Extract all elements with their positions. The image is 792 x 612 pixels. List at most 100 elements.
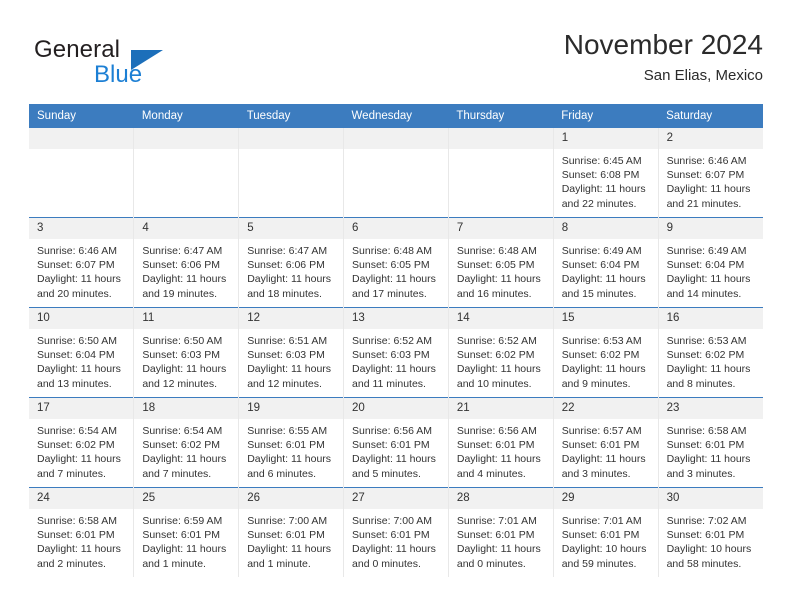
daylight-text-line1: Daylight: 10 hours <box>666 543 752 556</box>
calendar-day-cell[interactable]: 29 Sunrise: 7:01 AM Sunset: 6:01 PM Dayligh… <box>553 487 659 577</box>
daylight-text-line1: Daylight: 11 hours <box>456 453 541 466</box>
daylight-text-line2: and 10 minutes. <box>456 377 532 390</box>
sunset-text: Sunset: 6:07 PM <box>37 259 115 272</box>
day-number: 20 <box>344 398 448 419</box>
calendar-day-cell[interactable]: 12 Sunrise: 6:51 AM Sunset: 6:03 PM Dayligh… <box>238 307 345 398</box>
calendar-grid: Sunday Monday Tuesday Wednesday Thursday… <box>29 104 763 577</box>
page-title: November 2024 <box>563 29 763 60</box>
sunset-text: Sunset: 6:03 PM <box>247 349 325 362</box>
day-details <box>239 149 343 154</box>
daylight-text-line2: and 7 minutes. <box>37 467 106 480</box>
calendar-day-cell[interactable]: 19 Sunrise: 6:55 AM Sunset: 6:01 PM Dayligh… <box>238 397 345 488</box>
day-details: Sunrise: 6:49 AM Sunset: 6:04 PM Daylight:… <box>554 239 658 301</box>
calendar-day-cell[interactable]: 3 Sunrise: 6:46 AM Sunset: 6:07 PM Daylight… <box>29 217 135 308</box>
day-number: 19 <box>239 398 344 419</box>
calendar-week-row: 1 Sunrise: 6:45 AM Sunset: 6:08 PM Daylight… <box>29 128 763 218</box>
calendar-week-row: 3 Sunrise: 6:46 AM Sunset: 6:07 PM Daylight… <box>29 217 763 308</box>
logo-text-general: General <box>34 36 121 63</box>
general-blue-logo[interactable]: General Blue <box>34 36 224 92</box>
daylight-text-line2: and 14 minutes. <box>666 287 742 300</box>
day-number: 25 <box>134 488 239 509</box>
calendar-day-cell[interactable]: 10 Sunrise: 6:50 AM Sunset: 6:04 PM Dayligh… <box>29 307 135 398</box>
calendar-day-cell[interactable]: 28 Sunrise: 7:01 AM Sunset: 6:01 PM Dayligh… <box>448 487 554 577</box>
sunrise-text: Sunrise: 6:53 AM <box>561 335 642 347</box>
day-details: Sunrise: 6:56 AM Sunset: 6:01 PM Daylight:… <box>449 419 553 481</box>
calendar-day-cell[interactable]: 6 Sunrise: 6:48 AM Sunset: 6:05 PM Daylight… <box>343 217 449 308</box>
day-details: Sunrise: 6:56 AM Sunset: 6:01 PM Daylight:… <box>344 419 448 481</box>
sunrise-text: Sunrise: 6:51 AM <box>247 335 328 347</box>
calendar-day-cell[interactable]: 11 Sunrise: 6:50 AM Sunset: 6:03 PM Dayligh… <box>133 307 240 398</box>
calendar-day-cell[interactable]: 8 Sunrise: 6:49 AM Sunset: 6:04 PM Daylight… <box>553 217 659 308</box>
day-details: Sunrise: 6:50 AM Sunset: 6:03 PM Daylight:… <box>134 329 238 391</box>
calendar-day-cell[interactable]: 23 Sunrise: 6:58 AM Sunset: 6:01 PM Dayligh… <box>658 397 763 488</box>
daylight-text-line2: and 8 minutes. <box>666 377 736 390</box>
daylight-text-line2: and 16 minutes. <box>456 287 532 300</box>
calendar-day-cell[interactable]: 14 Sunrise: 6:52 AM Sunset: 6:02 PM Dayligh… <box>448 307 554 398</box>
daylight-text-line2: and 20 minutes. <box>37 287 112 300</box>
daylight-text-line2: and 12 minutes. <box>142 377 218 390</box>
calendar-day-cell[interactable]: 18 Sunrise: 6:54 AM Sunset: 6:02 PM Dayligh… <box>133 397 240 488</box>
sunrise-text: Sunrise: 6:48 AM <box>352 245 432 257</box>
calendar-day-cell-empty <box>29 128 135 218</box>
calendar-day-cell[interactable]: 30 Sunrise: 7:02 AM Sunset: 6:01 PM Dayligh… <box>658 487 763 577</box>
daylight-text-line1: Daylight: 11 hours <box>247 453 332 466</box>
daylight-text-line1: Daylight: 11 hours <box>142 543 227 556</box>
weekday-header-thursday: Thursday <box>448 104 554 128</box>
calendar-day-cell[interactable]: 25 Sunrise: 6:59 AM Sunset: 6:01 PM Dayligh… <box>133 487 240 577</box>
calendar-day-cell[interactable]: 16 Sunrise: 6:53 AM Sunset: 6:02 PM Dayligh… <box>658 307 763 398</box>
sunrise-text: Sunrise: 6:45 AM <box>561 155 642 167</box>
daylight-text-line1: Daylight: 11 hours <box>561 183 646 196</box>
title-block: November 2024 San Elias, Mexico <box>564 28 763 86</box>
daylight-text-line2: and 5 minutes. <box>352 467 421 480</box>
daylight-text-line1: Daylight: 11 hours <box>352 363 436 376</box>
day-details: Sunrise: 6:55 AM Sunset: 6:01 PM Daylight:… <box>239 419 343 481</box>
calendar-day-cell[interactable]: 2 Sunrise: 6:46 AM Sunset: 6:07 PM Daylight… <box>658 128 763 218</box>
day-number: 30 <box>658 488 763 509</box>
day-number: 29 <box>553 488 658 509</box>
day-number: 11 <box>134 308 239 329</box>
calendar-page: General Blue November 2024 San Elias, Me… <box>0 0 792 612</box>
day-number: 22 <box>553 398 658 419</box>
day-details <box>449 149 553 154</box>
calendar-day-cell[interactable]: 17 Sunrise: 6:54 AM Sunset: 6:02 PM Dayligh… <box>29 397 135 488</box>
day-number <box>448 128 553 149</box>
sunrise-text: Sunrise: 6:47 AM <box>142 245 223 257</box>
calendar-day-cell-empty <box>448 128 554 218</box>
calendar-week-row: 24 Sunrise: 6:58 AM Sunset: 6:01 PM Dayligh… <box>29 487 763 577</box>
calendar-day-cell[interactable]: 26 Sunrise: 7:00 AM Sunset: 6:01 PM Dayligh… <box>238 487 345 577</box>
daylight-text-line1: Daylight: 11 hours <box>247 363 332 376</box>
day-number <box>134 128 239 149</box>
calendar-day-cell[interactable]: 27 Sunrise: 7:00 AM Sunset: 6:01 PM Dayligh… <box>343 487 449 577</box>
calendar-day-cell[interactable]: 13 Sunrise: 6:52 AM Sunset: 6:03 PM Dayligh… <box>343 307 449 398</box>
sunrise-text: Sunrise: 7:02 AM <box>666 515 747 527</box>
calendar-day-cell[interactable]: 4 Sunrise: 6:47 AM Sunset: 6:06 PM Daylight… <box>133 217 240 308</box>
calendar-day-cell[interactable]: 20 Sunrise: 6:56 AM Sunset: 6:01 PM Dayligh… <box>343 397 449 488</box>
sunrise-text: Sunrise: 6:57 AM <box>561 425 642 437</box>
calendar-week-row: 17 Sunrise: 6:54 AM Sunset: 6:02 PM Dayligh… <box>29 397 763 488</box>
daylight-text-line1: Daylight: 11 hours <box>456 363 541 376</box>
calendar-day-cell[interactable]: 1 Sunrise: 6:45 AM Sunset: 6:08 PM Daylight… <box>553 128 659 218</box>
day-number: 15 <box>553 308 658 329</box>
daylight-text-line1: Daylight: 11 hours <box>142 453 227 466</box>
calendar-day-cell[interactable]: 22 Sunrise: 6:57 AM Sunset: 6:01 PM Dayligh… <box>553 397 659 488</box>
calendar-day-cell[interactable]: 21 Sunrise: 6:56 AM Sunset: 6:01 PM Dayligh… <box>448 397 554 488</box>
calendar-day-cell[interactable]: 9 Sunrise: 6:49 AM Sunset: 6:04 PM Daylight… <box>658 217 763 308</box>
sunrise-text: Sunrise: 6:55 AM <box>247 425 328 437</box>
day-number: 5 <box>239 218 344 239</box>
day-details: Sunrise: 7:02 AM Sunset: 6:01 PM Daylight:… <box>659 509 763 571</box>
calendar-day-cell[interactable]: 15 Sunrise: 6:53 AM Sunset: 6:02 PM Dayligh… <box>553 307 659 398</box>
day-details: Sunrise: 6:58 AM Sunset: 6:01 PM Daylight:… <box>29 509 133 571</box>
calendar-day-cell[interactable]: 5 Sunrise: 6:47 AM Sunset: 6:06 PM Daylight… <box>238 217 345 308</box>
daylight-text-line1: Daylight: 11 hours <box>352 453 436 466</box>
calendar-day-cell[interactable]: 7 Sunrise: 6:48 AM Sunset: 6:05 PM Daylight… <box>448 217 554 308</box>
sunset-text: Sunset: 6:01 PM <box>352 529 430 542</box>
daylight-text-line2: and 4 minutes. <box>456 467 526 480</box>
calendar-day-cell[interactable]: 24 Sunrise: 6:58 AM Sunset: 6:01 PM Dayligh… <box>29 487 135 577</box>
sunset-text: Sunset: 6:01 PM <box>456 439 535 452</box>
sunset-text: Sunset: 6:08 PM <box>561 169 640 182</box>
daylight-text-line2: and 22 minutes. <box>561 197 637 210</box>
daylight-text-line2: and 11 minutes. <box>352 377 426 390</box>
daylight-text-line1: Daylight: 11 hours <box>247 273 332 286</box>
sunset-text: Sunset: 6:01 PM <box>37 529 115 542</box>
day-number: 24 <box>29 488 134 509</box>
